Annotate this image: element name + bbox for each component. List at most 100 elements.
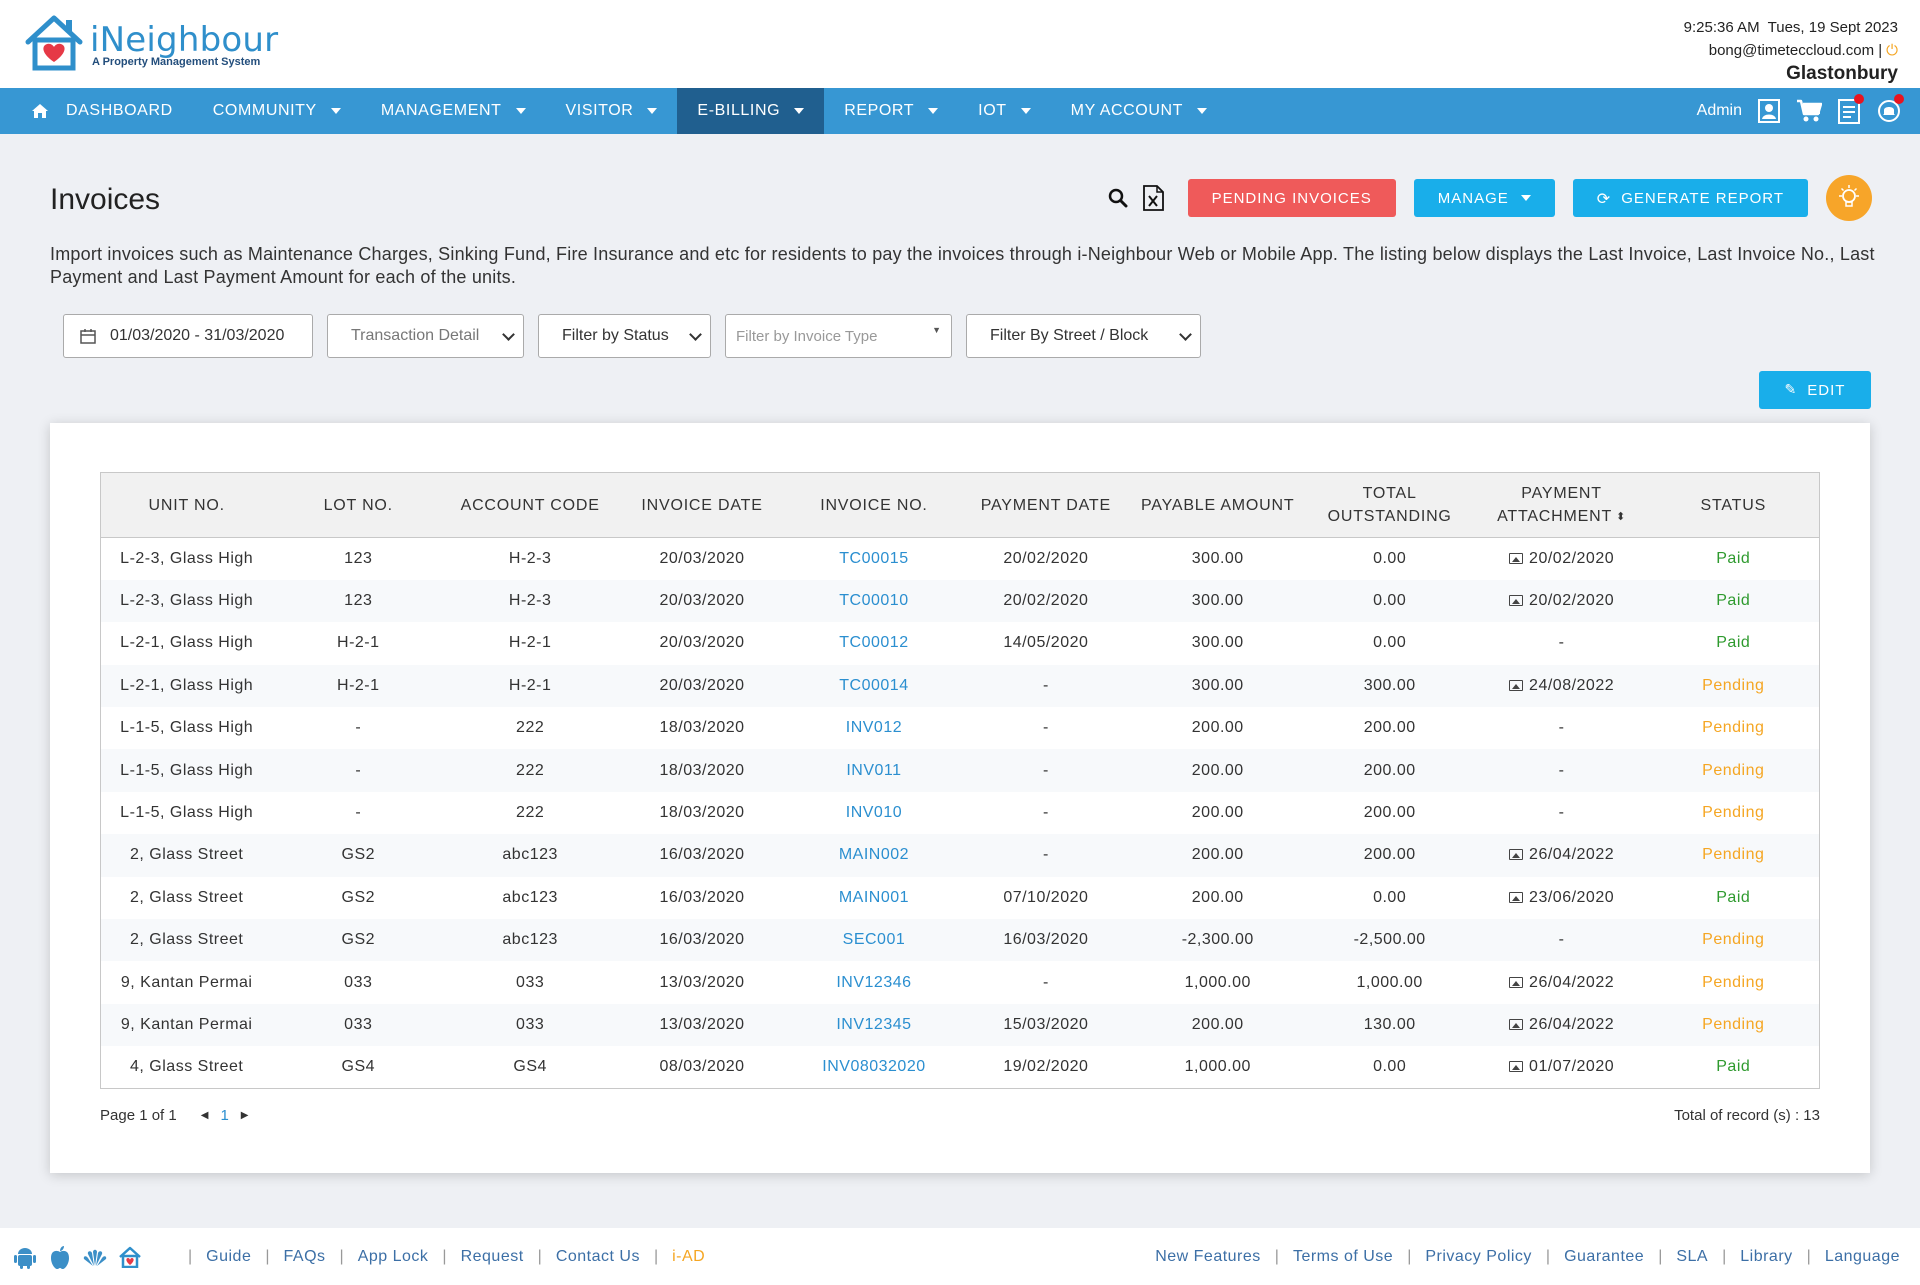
notification-bell-icon[interactable] xyxy=(1876,94,1904,124)
table-row[interactable]: L-1-5, Glass High - 222 18/03/2020 INV012 - 20… xyxy=(101,707,1820,749)
guide-link[interactable]: Guide xyxy=(206,1248,251,1266)
status-filter-select[interactable]: Filter by Status xyxy=(538,314,711,358)
apple-icon[interactable] xyxy=(47,1244,72,1269)
cell-invoice-no-link[interactable]: INV012 xyxy=(788,707,960,749)
cell-payable-amount: 200.00 xyxy=(1191,888,1244,906)
page-number-link[interactable]: 1 xyxy=(220,1107,228,1124)
excel-export-icon[interactable] xyxy=(1142,185,1164,211)
terms-of-use-link[interactable]: Terms of Use xyxy=(1293,1248,1393,1266)
cell-payment-attachment[interactable]: 20/02/2020 xyxy=(1476,580,1648,622)
app-lock-link[interactable]: App Lock xyxy=(358,1248,429,1266)
cell-lot-no: GS4 xyxy=(341,1058,376,1076)
nav-visitor[interactable]: VISITOR xyxy=(546,88,678,134)
power-icon[interactable]: ⏻ xyxy=(1886,42,1898,59)
transaction-detail-select[interactable]: Transaction Detail xyxy=(327,314,524,358)
cell-invoice-no-link[interactable]: TC00015 xyxy=(788,538,960,580)
table-row[interactable]: L-2-1, Glass High H-2-1 H-2-1 20/03/2020 TC0… xyxy=(100,664,1820,708)
cell-invoice-no-link[interactable]: MAIN002 xyxy=(788,834,960,876)
edit-button[interactable]: ✎ EDIT xyxy=(1759,371,1871,409)
cell-invoice-no-link[interactable]: INV12345 xyxy=(788,1004,960,1046)
table-row[interactable]: L-1-5, Glass High - 222 18/03/2020 INV010 - 20… xyxy=(101,792,1820,834)
faqs-link[interactable]: FAQs xyxy=(284,1248,326,1266)
table-row[interactable]: 2, Glass Street GS2 abc123 16/03/2020 MAIN00… xyxy=(101,877,1820,919)
lightbulb-tip-icon[interactable] xyxy=(1826,175,1872,221)
cell-invoice-no-link[interactable]: MAIN001 xyxy=(788,877,960,919)
sla-link[interactable]: SLA xyxy=(1676,1248,1708,1266)
table-row[interactable]: L-2-3, Glass High 123 H-2-3 20/03/2020 TC000… xyxy=(100,579,1820,623)
cell-payment-attachment[interactable]: 24/08/2022 xyxy=(1476,665,1648,707)
col-invoice-no[interactable]: INVOICE NO. xyxy=(787,472,960,538)
language-link[interactable]: Language xyxy=(1825,1248,1900,1266)
table-row[interactable]: L-2-1, Glass High H-2-1 H-2-1 20/03/2020 TC0… xyxy=(101,622,1820,664)
nav-iot[interactable]: IOT xyxy=(958,88,1050,134)
cell-payment-attachment[interactable]: 26/04/2022 xyxy=(1476,834,1648,876)
col-payment-date[interactable]: PAYMENT DATE xyxy=(959,472,1132,538)
table-row[interactable]: L-1-5, Glass High - 222 18/03/2020 INV011 - 20… xyxy=(100,749,1820,792)
request-link[interactable]: Request xyxy=(461,1248,524,1266)
pending-invoices-button[interactable]: PENDING INVOICES xyxy=(1187,179,1396,217)
attachment-date: 23/06/2020 xyxy=(1529,888,1615,906)
cell-payment-attachment[interactable]: 26/04/2022 xyxy=(1476,961,1648,1003)
attachment-date: 26/04/2022 xyxy=(1529,973,1615,991)
col-unit-no[interactable]: UNIT NO. xyxy=(100,472,273,538)
library-link[interactable]: Library xyxy=(1740,1248,1792,1266)
nav-management[interactable]: MANAGEMENT xyxy=(361,88,546,134)
col-lot-no[interactable]: LOT NO. xyxy=(272,472,445,538)
profile-icon[interactable] xyxy=(1756,98,1782,124)
generate-report-button[interactable]: ⟳ GENERATE REPORT xyxy=(1572,179,1808,217)
user-role[interactable]: Admin xyxy=(1697,102,1742,120)
privacy-policy-link[interactable]: Privacy Policy xyxy=(1425,1248,1532,1266)
huawei-icon[interactable] xyxy=(82,1244,107,1269)
ineighbour-home-icon[interactable] xyxy=(117,1244,142,1269)
table-row[interactable]: 2, Glass Street GS2 abc123 16/03/2020 SEC001… xyxy=(100,919,1820,962)
prev-page-icon[interactable]: ◀ xyxy=(201,1110,209,1121)
table-row[interactable]: 4, Glass Street GS4 GS4 08/03/2020 INV080320… xyxy=(101,1046,1820,1088)
col-total-outstanding[interactable]: TOTAL OUTSTANDING xyxy=(1303,472,1476,538)
i-ad-link[interactable]: i-AD xyxy=(672,1248,705,1266)
table-row[interactable]: 2, Glass Street GS2 abc123 16/03/2020 MAIN00… xyxy=(100,834,1820,877)
col-status[interactable]: STATUS xyxy=(1647,472,1820,538)
col-account-code[interactable]: ACCOUNT CODE xyxy=(444,472,617,538)
nav-dashboard[interactable]: DASHBOARD xyxy=(0,88,193,134)
table-row[interactable]: 9, Kantan Permai 033 033 13/03/2020 INV12346… xyxy=(101,961,1820,1003)
table-row[interactable]: L-2-3, Glass High 123 H-2-3 20/03/2020 TC000… xyxy=(101,538,1820,580)
invoice-type-filter[interactable]: Filter by Invoice Type ▼ xyxy=(725,314,952,358)
date-range-picker[interactable]: 01/03/2020 - 31/03/2020 xyxy=(63,314,313,358)
cell-invoice-no-link[interactable]: TC00010 xyxy=(788,580,960,622)
cell-payment-attachment[interactable]: 01/07/2020 xyxy=(1476,1046,1648,1088)
search-icon[interactable] xyxy=(1108,188,1128,208)
cell-invoice-no-link[interactable]: SEC001 xyxy=(788,919,960,961)
cell-invoice-no-link[interactable]: TC00014 xyxy=(788,665,960,707)
ineighbour-logo[interactable]: iNeighbour A Property Management System xyxy=(22,14,282,74)
cell-invoice-date: 20/03/2020 xyxy=(659,592,745,610)
cell-payment-attachment[interactable]: 26/04/2022 xyxy=(1476,1004,1648,1046)
table-header-row: UNIT NO. LOT NO. ACCOUNT CODE INVOICE DA… xyxy=(100,472,1820,538)
document-icon[interactable] xyxy=(1836,94,1864,124)
col-payable-amount[interactable]: PAYABLE AMOUNT xyxy=(1131,472,1304,538)
new-features-link[interactable]: New Features xyxy=(1155,1248,1261,1266)
android-icon[interactable] xyxy=(12,1244,37,1269)
nav-e-billing[interactable]: E-BILLING xyxy=(677,88,825,134)
guarantee-link[interactable]: Guarantee xyxy=(1564,1248,1644,1266)
contact-us-link[interactable]: Contact Us xyxy=(556,1248,640,1266)
cell-payment-attachment[interactable]: 20/02/2020 xyxy=(1476,538,1648,580)
nav-report[interactable]: REPORT xyxy=(824,88,958,134)
manage-dropdown-button[interactable]: MANAGE xyxy=(1413,179,1555,217)
cell-invoice-no-link[interactable]: INV12346 xyxy=(788,961,960,1003)
cell-payable-amount: -2,300.00 xyxy=(1181,931,1254,949)
next-page-icon[interactable]: ▶ xyxy=(241,1110,249,1121)
col-payment-attachment[interactable]: PAYMENT ATTACHMENT ⬍ xyxy=(1475,472,1648,538)
cell-invoice-no-link[interactable]: INV010 xyxy=(788,792,960,834)
cell-invoice-no-link[interactable]: TC00012 xyxy=(788,622,960,664)
cell-unit-no: L-1-5, Glass High xyxy=(120,761,254,779)
cell-invoice-no-link[interactable]: INV011 xyxy=(788,749,960,791)
nav-my-account[interactable]: MY ACCOUNT xyxy=(1051,88,1227,134)
nav-community[interactable]: COMMUNITY xyxy=(193,88,361,134)
cell-payment-attachment[interactable]: 23/06/2020 xyxy=(1476,877,1648,919)
cart-icon[interactable] xyxy=(1796,98,1822,124)
sort-icon[interactable]: ⬍ xyxy=(1616,506,1626,529)
street-block-filter-select[interactable]: Filter By Street / Block xyxy=(966,314,1201,358)
cell-invoice-no-link[interactable]: INV08032020 xyxy=(788,1046,960,1088)
table-row[interactable]: 9, Kantan Permai 033 033 13/03/2020 INV12345… xyxy=(100,1003,1820,1047)
col-invoice-date[interactable]: INVOICE DATE xyxy=(616,472,788,538)
